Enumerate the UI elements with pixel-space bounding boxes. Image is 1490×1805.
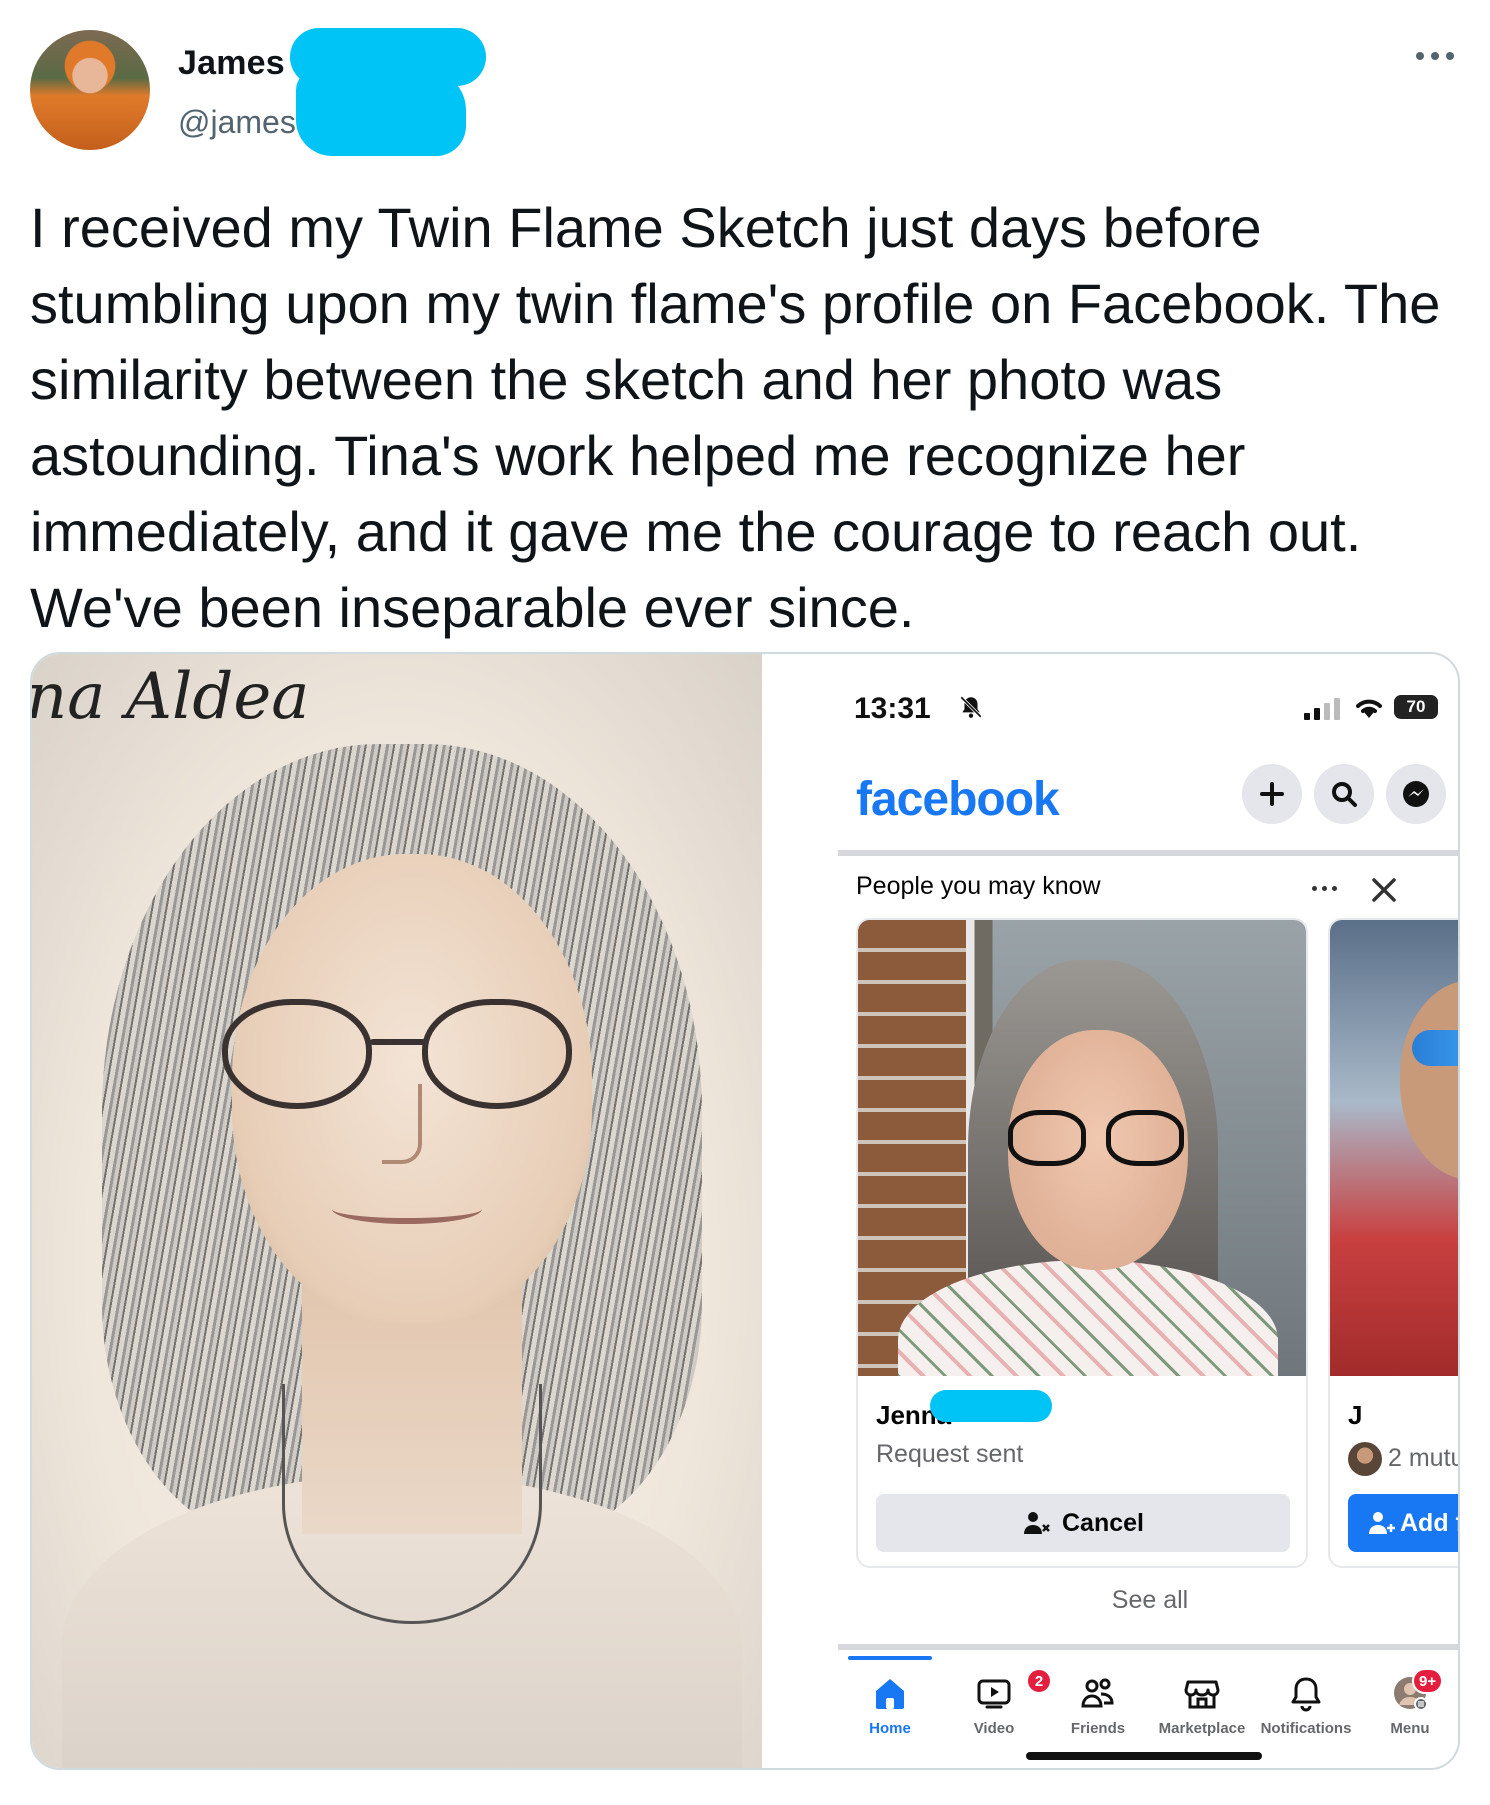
home-icon [876,1679,904,1709]
portrait-sketch-image[interactable]: na Aldea [32,654,762,1768]
cancel-label: Cancel [1062,1508,1144,1537]
more-horizontal-icon[interactable] [1416,44,1466,68]
cancel-request-button[interactable]: Cancel [876,1494,1290,1552]
sketch-nose [382,1084,422,1164]
mutual-friend-avatar [1348,1442,1382,1476]
redaction-mark [930,1390,1052,1422]
sketch-signature: na Aldea [32,660,310,734]
section-divider [838,850,1458,856]
messenger-icon [1403,781,1429,807]
person-cancel-icon [1024,1512,1050,1534]
tab-video[interactable]: 2 Video [942,1654,1052,1744]
menu-badge: 9+ [1412,1668,1444,1694]
add-friend-button[interactable]: Add f [1348,1494,1460,1552]
tab-label: Notifications [1260,1720,1352,1737]
battery-indicator: 70 [1394,695,1438,719]
pymk-card[interactable]: J 2 mutual Add f [1328,918,1460,1568]
wifi-icon [1356,699,1382,718]
author-handle[interactable]: @james [178,104,296,141]
close-icon[interactable] [1366,872,1402,908]
tab-label: Home [869,1720,911,1737]
status-time: 13:31 [854,692,931,725]
create-button[interactable] [1242,764,1302,824]
friends-icon [1081,1678,1114,1708]
section-divider [838,1644,1458,1650]
see-all-link[interactable]: See all [838,1586,1458,1615]
facebook-screenshot[interactable]: 13:31 70 facebook People you may know Je… [762,654,1460,1768]
tab-marketplace[interactable]: Marketplace [1150,1654,1254,1744]
home-indicator [1026,1752,1262,1760]
author-display-name[interactable]: James [178,44,285,83]
tab-menu[interactable]: 9+ Menu [1358,1654,1458,1744]
pymk-title: People you may know [856,872,1101,900]
bell-icon [1291,1677,1321,1712]
video-icon [977,1679,1011,1709]
person-add-icon [1369,1512,1395,1534]
sketch-necklace [282,1384,542,1624]
bottom-tab-bar: Home 2 Video Friends Marketplace Notific… [838,1654,1458,1744]
request-status: Request sent [876,1440,1024,1468]
profile-photo[interactable] [1330,920,1458,1376]
add-friend-label: Add f [1400,1508,1460,1537]
signal-icon [1304,698,1340,720]
tweet-media[interactable]: na Aldea 13:31 70 facebook People you ma… [30,652,1460,1770]
more-horizontal-icon[interactable] [1312,886,1337,891]
author-avatar[interactable] [30,30,150,150]
messenger-button[interactable] [1386,764,1446,824]
tab-label: Friends [1070,1720,1126,1737]
tab-label: Video [973,1720,1015,1737]
pymk-card[interactable]: Jenna Request sent Cancel [856,918,1308,1568]
tab-label: Marketplace [1158,1720,1246,1737]
mutual-friends-count: 2 mutual [1388,1444,1458,1472]
marketplace-icon [1184,1680,1220,1709]
search-button[interactable] [1314,764,1374,824]
pymk-name[interactable]: J [1348,1400,1362,1431]
search-icon [1332,782,1357,807]
sketch-mouth [332,1194,482,1224]
facebook-logo[interactable]: facebook [856,772,1060,827]
tab-label: Menu [1390,1720,1430,1737]
plus-icon [1260,782,1284,806]
redaction-mark [296,70,466,156]
profile-photo[interactable] [858,920,1306,1376]
tab-notifications[interactable]: Notifications [1254,1654,1358,1744]
bell-slash-icon [960,696,982,718]
tab-home[interactable]: Home [838,1654,942,1744]
tab-friends[interactable]: Friends [1046,1654,1150,1744]
tweet-text: I received my Twin Flame Sketch just day… [30,196,1441,639]
